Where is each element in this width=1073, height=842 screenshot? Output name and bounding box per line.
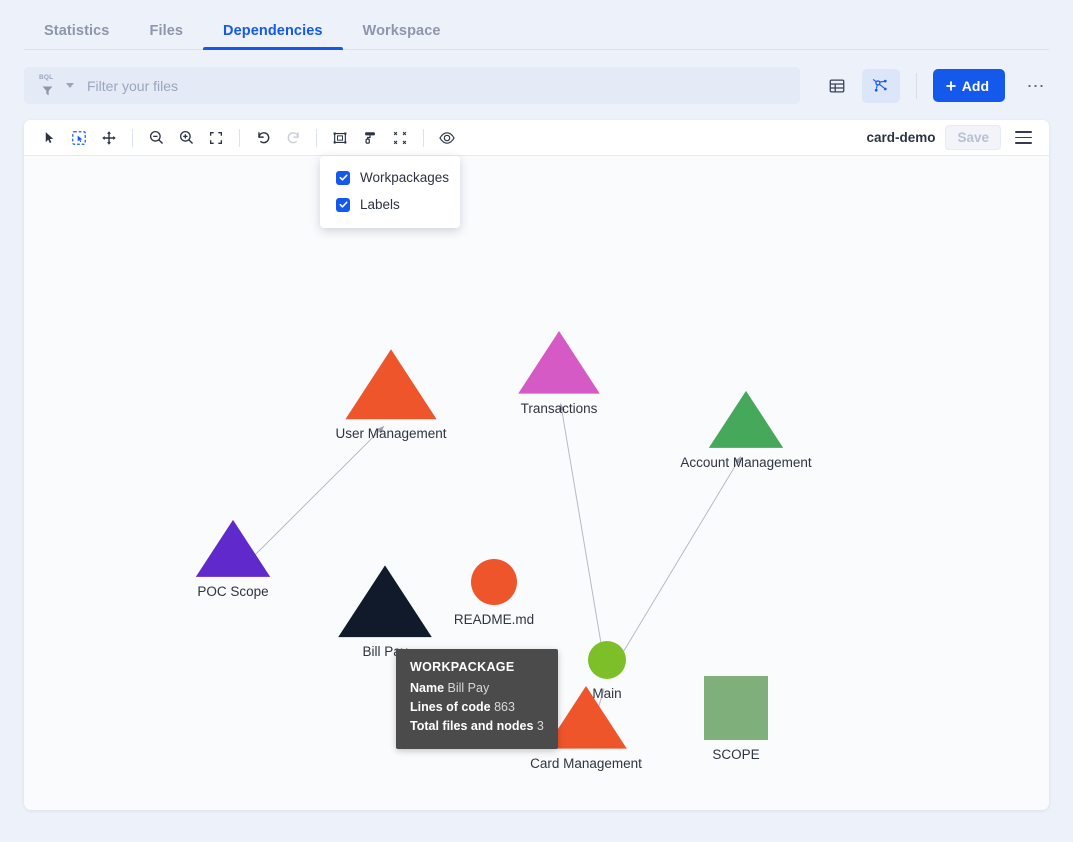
graph-edge: [239, 425, 385, 571]
marquee-select-icon: [72, 130, 86, 145]
undo-tool-button[interactable]: [249, 125, 277, 151]
tooltip-title: WORKPACKAGE: [410, 660, 515, 674]
graph-edge: [611, 456, 742, 671]
tooltip-row: Lines of code 863: [410, 698, 544, 717]
graph-node-label-poc-scope: POC Scope: [197, 583, 269, 599]
pan-tool-button[interactable]: [95, 125, 123, 151]
undo-icon: [257, 132, 269, 144]
tooltip-key-lines: Lines of code: [410, 700, 491, 714]
filter-placeholder-text[interactable]: Filter your files: [87, 78, 178, 94]
graph-node-poc-scope[interactable]: [195, 519, 271, 577]
graph-node-label-main: Main: [592, 686, 622, 701]
graph-view-button[interactable]: [861, 68, 900, 103]
table-view-button[interactable]: [818, 69, 856, 103]
view-actions: Add ⋯: [818, 68, 1049, 103]
zoom-in-tool-button[interactable]: [172, 125, 200, 151]
dependency-graph-card: card-demo Save Workpackages Labels User …: [24, 120, 1049, 810]
graph-node-user-management[interactable]: [345, 349, 437, 420]
project-name: card-demo: [866, 130, 936, 145]
save-button[interactable]: Save: [945, 125, 1001, 150]
bql-filter-icon[interactable]: BQL: [38, 73, 57, 97]
redo-tool-button[interactable]: [279, 125, 307, 151]
graph-node-main[interactable]: [588, 641, 626, 679]
visibility-tool-button[interactable]: [433, 125, 461, 151]
fit-to-screen-icon: [210, 131, 222, 144]
frame-icon: [333, 131, 347, 144]
zoom-out-tool-button[interactable]: [142, 125, 170, 151]
toolbar-separator: [423, 128, 424, 147]
checkbox-checked-icon[interactable]: [336, 170, 350, 185]
visibility-dropdown-menu: Workpackages Labels: [320, 156, 460, 228]
graph-node-label-card-management: Card Management: [530, 755, 642, 771]
pointer-tool-button[interactable]: [35, 125, 63, 151]
pointer-icon: [45, 132, 53, 143]
toolbar-divider: [915, 72, 917, 99]
bql-badge-label: BQL: [39, 73, 54, 81]
toolbar-separator: [239, 128, 240, 147]
paint-tool-button[interactable]: [356, 125, 384, 151]
canvas-toolbar: card-demo Save: [24, 120, 1049, 156]
tab-workspace[interactable]: Workspace: [343, 23, 461, 50]
canvas-menu-button[interactable]: [1011, 127, 1035, 149]
zoom-out-icon: [149, 130, 163, 145]
graph-node-account-management[interactable]: [708, 390, 784, 448]
filter-input-container[interactable]: BQL Filter your files: [24, 67, 800, 104]
tooltip-row: Total files and nodes 3: [410, 717, 544, 736]
graph-node-label-readme: README.md: [453, 612, 535, 627]
chevron-down-icon[interactable]: [66, 83, 74, 88]
marquee-select-tool-button[interactable]: [65, 125, 93, 151]
paint-roller-icon: [365, 131, 375, 144]
tooltip-value-lines: 863: [494, 700, 515, 714]
menu-item-workpackages-label: Workpackages: [360, 170, 450, 185]
zoom-in-icon: [179, 130, 193, 145]
menu-item-workpackages[interactable]: Workpackages: [320, 164, 460, 191]
tooltip-value-name: Bill Pay: [447, 681, 490, 695]
canvas-toolbar-right: card-demo Save: [866, 125, 1039, 150]
collapse-tool-button[interactable]: [386, 125, 414, 151]
eye-icon: [439, 131, 455, 144]
tooltip-key-files: Total files and nodes: [410, 719, 534, 733]
menu-item-labels[interactable]: Labels: [320, 191, 460, 218]
redo-icon: [287, 132, 299, 144]
more-options-button[interactable]: ⋯: [1023, 73, 1049, 99]
tab-bar: Statistics Files Dependencies Workspace: [0, 0, 1073, 50]
graph-node-label-scope: SCOPE: [712, 747, 760, 762]
table-view-icon: [829, 79, 845, 92]
tab-files[interactable]: Files: [129, 23, 203, 50]
tab-statistics[interactable]: Statistics: [24, 23, 129, 50]
graph-node-readme[interactable]: [471, 559, 517, 605]
toolbar-separator: [316, 128, 317, 147]
menu-item-labels-label: Labels: [360, 197, 400, 212]
node-tooltip: WORKPACKAGE Name Bill Pay Lines of code …: [396, 649, 558, 749]
tab-dependencies[interactable]: Dependencies: [203, 23, 343, 50]
add-button-label: Add: [961, 77, 989, 94]
graph-view-icon: [873, 79, 887, 92]
graph-edge: [558, 403, 606, 670]
plus-icon: [946, 80, 956, 91]
tooltip-key-name: Name: [410, 681, 445, 695]
move-arrows-icon: [102, 130, 116, 145]
graph-node-bill-pay[interactable]: [338, 565, 432, 638]
fit-to-screen-tool-button[interactable]: [202, 125, 230, 151]
collapse-icon: [393, 131, 407, 144]
frame-tool-button[interactable]: [326, 125, 354, 151]
graph-node-label-account-management: Account Management: [680, 454, 812, 470]
toolbar-separator: [132, 128, 133, 147]
graph-node-scope[interactable]: [704, 676, 768, 740]
add-button[interactable]: Add: [932, 69, 1005, 102]
graph-node-transactions[interactable]: [518, 331, 600, 394]
tooltip-value-files: 3: [536, 719, 544, 733]
graph-node-label-user-management: User Management: [335, 426, 447, 442]
tooltip-row: Name Bill Pay: [410, 679, 544, 698]
checkbox-checked-icon[interactable]: [336, 197, 350, 212]
graph-node-label-transactions: Transactions: [520, 400, 598, 416]
filter-row: BQL Filter your files Add ⋯: [24, 67, 1049, 104]
